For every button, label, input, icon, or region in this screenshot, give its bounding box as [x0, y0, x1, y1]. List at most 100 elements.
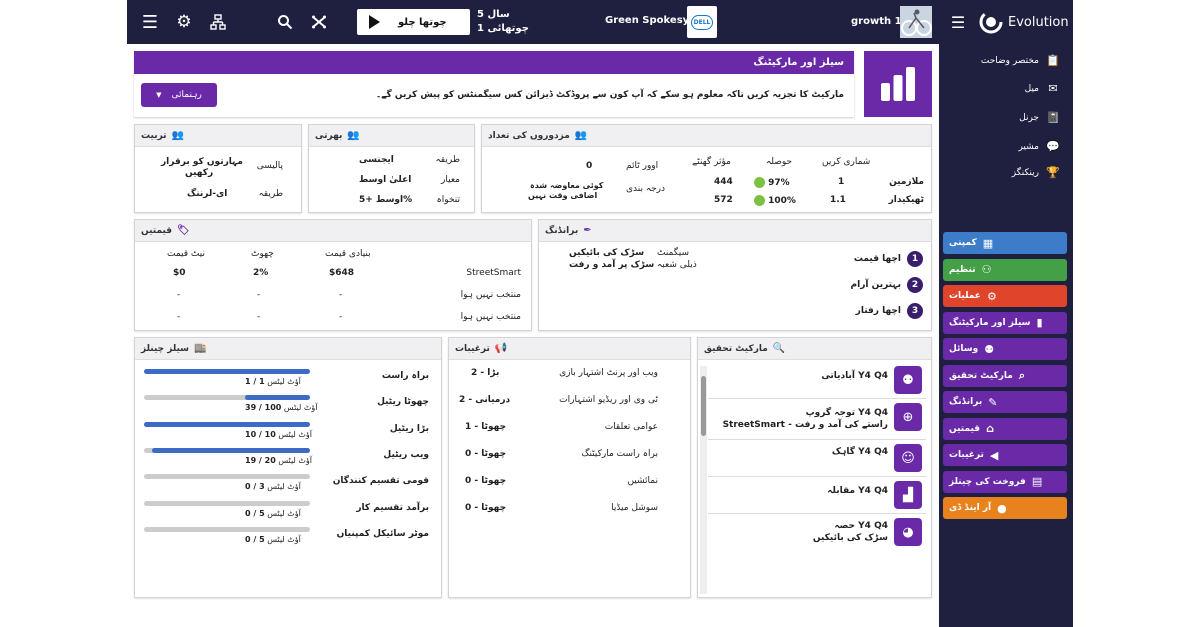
sidebar-item[interactable]: ⚇ تنظیم	[943, 258, 1067, 281]
brand-item: 2 بہترین آرام	[851, 277, 923, 293]
guide-button-label: رہنمائی	[171, 90, 202, 100]
scrollbar-thumb[interactable]	[701, 376, 706, 436]
subsegment-label: ذیلی شعبہ	[657, 260, 697, 270]
promotion-value: 2 - بڑا	[471, 368, 500, 378]
research-item[interactable]: مقابلہ Y4 Q4 ▟	[708, 478, 926, 514]
company-logo: DELL	[687, 6, 717, 38]
org-chart-icon[interactable]	[207, 9, 229, 35]
shuffle-icon[interactable]	[308, 9, 330, 35]
channel-progress-fill	[152, 447, 310, 453]
sidebar-item[interactable]: ◀ ترغیبات	[943, 444, 1067, 466]
nav-item-mail[interactable]: ✉ میل	[1025, 82, 1059, 95]
sidebar-item[interactable]: ▮ سیلز اور مارکیٹنگ	[943, 311, 1067, 334]
promotion-value: 2 - درمیانی	[459, 395, 511, 405]
play-quarter-label: چوتھا چلو	[398, 16, 447, 28]
sidebar-item[interactable]: ⚙ عملیات	[943, 285, 1067, 307]
nav-item-advisor[interactable]: 💬 مشیر	[1018, 140, 1059, 153]
workers-title: مزدوروں کی تعداد	[488, 130, 570, 141]
users-icon: ⚉	[894, 366, 922, 394]
research-item-title: گاہک Y4 Q4	[831, 447, 888, 457]
bulb-icon: ●	[997, 501, 1007, 515]
col-morale: حوصلہ	[766, 157, 793, 167]
sidebar-item[interactable]: ▤ فروخت کی چینلز	[943, 470, 1067, 493]
channel-label: ویب ریٹیل	[383, 449, 429, 460]
nav-item-rankings[interactable]: 🏆 رینکنگز	[1012, 166, 1060, 179]
brand-item: 1 اچھا قیمت	[854, 251, 923, 267]
journal-icon: 📓	[1046, 111, 1060, 124]
sidebar-item-label: برانڈنگ	[949, 397, 983, 407]
promotion-value: 0 - چھوٹا	[465, 476, 507, 486]
sidebar-item-label: فروخت کی چینلز	[949, 476, 1026, 487]
people-icon: ⚉	[984, 342, 995, 356]
nav-item-journal[interactable]: 📓 جرنل	[1019, 111, 1060, 124]
workers-panel: 👥 مزدوروں کی تعداد شماری کریں حوصلہ مؤثر …	[481, 124, 932, 213]
gear-icon[interactable]: ⚙	[173, 9, 195, 35]
research-item[interactable]: توجہ گروپ Y4 Q4 StreetSmart - راستے کی آ…	[708, 400, 926, 440]
hiring-value: اوسط +5%	[359, 195, 413, 205]
outlet-count-value: 5 / 0	[245, 534, 265, 544]
ranking-icon: 🏆	[1046, 166, 1060, 179]
chevron-down-icon: ▼	[156, 91, 162, 99]
channel-progress-fill	[245, 395, 310, 401]
hamburger-menu-icon[interactable]: ☰	[139, 9, 161, 35]
net-price: -	[177, 290, 181, 300]
discount: -	[257, 290, 261, 300]
segment-value: سڑک کی بائیکیں	[569, 248, 645, 258]
sidebar-item[interactable]: ⚉ وسائل	[943, 338, 1067, 360]
people-icon: 👥	[347, 130, 360, 141]
outlet-word: آؤٹ لیٹس	[267, 377, 301, 386]
sidebar-item[interactable]: ⌕ مارکیٹ تحقیق	[943, 364, 1067, 387]
outlet-count-value: 10 / 10	[245, 429, 276, 439]
col-overtime: اوور ٹائم	[626, 161, 659, 171]
quarter-label: چوتھائی 1	[477, 23, 529, 34]
workers-count: 1.1	[830, 195, 846, 205]
app-name: Evolution	[1008, 14, 1069, 30]
workers-row-label: ٹھیکیدار	[888, 195, 924, 205]
research-item[interactable]: حصہ Y4 Q4 سڑک کی بائیکیں ◕	[708, 515, 926, 555]
avatar[interactable]	[900, 6, 932, 38]
top-bar: ☰ ⚙ چوتھا چلو سال 5 چوتھائی 1 Green Spok…	[127, 0, 1073, 44]
nav-item-summary[interactable]: 📋 مختصر وضاحت	[981, 54, 1060, 67]
sidebar-item[interactable]: ✎ برانڈنگ	[943, 391, 1067, 413]
play-quarter-button[interactable]: چوتھا چلو	[357, 9, 470, 35]
product-name: منتخب نہیں ہوا	[460, 312, 521, 322]
sidebar: 📋 مختصر وضاحت ✉ میل 📓 جرنل 💬 مشیر 🏆 رینکنگز ▦…	[939, 44, 1073, 627]
search-icon: ⌕	[1018, 368, 1026, 382]
hiring-label: تنخواہ	[436, 195, 460, 205]
sidebar-toggle-icon[interactable]: ☰	[949, 9, 967, 35]
nav-item-label: میل	[1024, 83, 1039, 94]
workers-row-label: ملازمین	[889, 177, 924, 187]
channel-label: قومی تقسیم کنندگان	[332, 476, 429, 487]
guide-button[interactable]: ▼ رہنمائی	[141, 83, 217, 107]
outlet-count-value: 100 / 39	[245, 403, 282, 413]
channel-progress-bar	[144, 395, 310, 401]
promotion-value: 0 - چھوٹا	[465, 503, 507, 513]
sidebar-item[interactable]: ▦ کمپنی	[943, 232, 1067, 254]
sidebar-item[interactable]: ⌂ قیمتیں	[943, 417, 1067, 440]
sidebar-item[interactable]: ● آر اینڈ ڈی	[943, 497, 1067, 519]
research-item[interactable]: گاہک Y4 Q4 ☺	[708, 441, 926, 477]
sidebar-item-label: سیلز اور مارکیٹنگ	[949, 317, 1031, 328]
hiring-label: معیار	[441, 175, 460, 185]
research-item-subtitle: StreetSmart - راستے کی آمد و رفت	[722, 420, 888, 430]
search-icon[interactable]	[274, 9, 296, 35]
channel-progress-bar	[144, 447, 310, 453]
training-label: طریقہ	[258, 189, 283, 199]
channels-title: سیلز چینلز	[141, 343, 190, 354]
rank-badge: 2	[907, 277, 923, 293]
channel-outlet-count: آؤٹ لیٹس 5 / 0	[245, 535, 301, 544]
megaphone-icon: 📢	[494, 343, 508, 354]
channel-outlet-count: آؤٹ لیٹس 20 / 19	[245, 456, 312, 465]
app-window: ☰ ⚙ چوتھا چلو سال 5 چوتھائی 1 Green Spok…	[127, 0, 1073, 627]
channel-label: موٹر سائیکل کمپنیاں	[336, 528, 429, 539]
research-item[interactable]: آبادیاتی Y4 Q4 ⚉	[708, 363, 926, 399]
podium-icon: ▟	[894, 481, 922, 509]
store-icon: ▤	[1031, 475, 1043, 488]
outlet-count-value: 20 / 19	[245, 455, 276, 465]
overtime-value: 0	[586, 161, 593, 171]
section-title-bar: سیلز اور مارکیٹنگ	[134, 51, 854, 74]
scrollbar[interactable]	[700, 366, 707, 594]
channel-outlet-count: آؤٹ لیٹس 100 / 39	[245, 403, 318, 412]
channel-outlet-count: آؤٹ لیٹس 10 / 10	[245, 430, 312, 439]
org-icon: ⚇	[981, 263, 992, 276]
